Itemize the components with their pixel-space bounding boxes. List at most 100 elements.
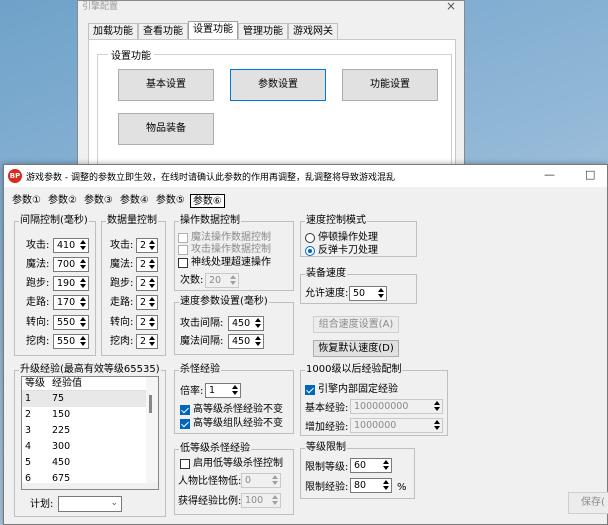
interval-walk-spinner[interactable]: 170 — [53, 295, 89, 310]
magic-op-control-checkbox[interactable]: 魔法操作数据控制 — [178, 232, 271, 244]
bounce-mode-radio[interactable]: 反弹卡刀处理 — [305, 245, 378, 257]
checkbox-icon — [180, 459, 190, 469]
tab-param-2[interactable]: 参数② — [46, 194, 79, 208]
interval-run-spinner[interactable]: 190 — [53, 276, 89, 291]
spin-arrows-icon[interactable] — [231, 385, 239, 396]
spin-arrows-icon[interactable] — [148, 278, 156, 289]
combo-speed-button[interactable]: 组合速度设置(A) — [313, 316, 399, 333]
basic-settings-button[interactable]: 基本设置 — [118, 69, 214, 101]
scroll-thumb[interactable] — [149, 395, 152, 413]
row-exp: 300 — [52, 441, 71, 452]
spin-arrows-icon[interactable] — [382, 480, 390, 491]
param-settings-button[interactable]: 参数设置 — [230, 69, 326, 101]
times-spinner[interactable]: 20 — [205, 273, 239, 288]
limit-level-spinner[interactable]: 60 — [350, 458, 392, 473]
list-vscrollbar[interactable] — [146, 377, 158, 489]
magic-interval-label: 魔法间隔: — [180, 336, 224, 347]
list-item[interactable]: 1 75 — [22, 391, 158, 407]
attack-interval-spinner[interactable]: 450 — [228, 316, 264, 331]
engine-config-title-bar: 引擎配置 × — [78, 0, 464, 19]
save-button[interactable]: 保存( — [568, 492, 608, 514]
interval-turn-spinner[interactable]: 550 — [53, 315, 89, 330]
attack-op-control-checkbox[interactable]: 攻击操作数据控制 — [178, 244, 271, 256]
reset-speed-button[interactable]: 恢复默认速度(D) — [313, 340, 399, 357]
add-exp-spinner[interactable]: 1000000 — [350, 418, 443, 433]
spin-arrows-icon[interactable] — [79, 336, 87, 347]
spin-arrows-icon[interactable] — [148, 259, 156, 270]
list-item[interactable]: 5 450 — [22, 455, 158, 471]
plan-select[interactable]: ⌄ — [58, 496, 122, 512]
tab-gateway[interactable]: 游戏网关 — [288, 23, 338, 39]
spin-arrows-icon[interactable] — [79, 278, 87, 289]
spin-arrows-icon[interactable] — [382, 460, 390, 471]
item-equip-button[interactable]: 物品装备 — [118, 113, 214, 145]
spin-arrows-icon[interactable] — [433, 420, 441, 431]
interval-attack-label: 攻击: — [26, 240, 50, 251]
high-level-team-exp-checkbox[interactable]: 高等级组队经验不变 — [180, 418, 283, 430]
add-exp-label: 增加经验: — [305, 422, 349, 433]
count-magic-label: 魔法: — [110, 259, 134, 270]
close-icon[interactable]: × — [446, 0, 456, 12]
spin-arrows-icon[interactable] — [79, 259, 87, 270]
spin-arrows-icon[interactable] — [148, 336, 156, 347]
spin-arrows-icon[interactable] — [79, 240, 87, 251]
maximize-icon[interactable]: □ — [585, 168, 595, 181]
multiplier-spinner[interactable]: 1 — [205, 383, 241, 398]
low-kill-enable-checkbox[interactable]: 启用低等级杀怪控制 — [180, 458, 283, 470]
count-magic-spinner[interactable]: 2 — [136, 257, 158, 272]
list-item[interactable]: 3 225 — [22, 423, 158, 439]
allow-speed-spinner[interactable]: 50 — [349, 286, 387, 301]
spin-arrows-icon[interactable] — [433, 401, 441, 412]
tab-param-1[interactable]: 参数① — [10, 194, 43, 208]
count-turn-spinner[interactable]: 2 — [136, 315, 158, 330]
spin-arrows-icon[interactable] — [79, 317, 87, 328]
settings-group: 设置功能 基本设置 参数设置 功能设置 物品装备 — [97, 47, 452, 174]
tab-load[interactable]: 加载功能 — [88, 23, 138, 39]
tab-param-3[interactable]: 参数③ — [82, 194, 115, 208]
exp-ratio-spinner[interactable]: 100 — [241, 493, 281, 508]
tab-manage[interactable]: 管理功能 — [238, 23, 288, 39]
col-level-header[interactable]: 等级 — [22, 377, 52, 390]
minimize-icon[interactable]: — — [544, 168, 555, 181]
spin-arrows-icon[interactable] — [254, 318, 262, 329]
level-diff-spinner[interactable]: 0 — [241, 473, 281, 488]
spin-arrows-icon[interactable] — [148, 240, 156, 251]
list-item[interactable]: 4 300 — [22, 439, 158, 455]
tab-view[interactable]: 查看功能 — [138, 23, 188, 39]
tab-settings[interactable]: 设置功能 — [188, 21, 238, 39]
level-exp-list[interactable]: 等级 经验值 1 75 2 150 3 225 4 300 5 450 6 675 — [21, 376, 159, 490]
overspeed-checkbox[interactable]: 神线处理超速操作 — [178, 257, 271, 269]
pause-mode-radio[interactable]: 停顿操作处理 — [305, 232, 378, 244]
col-exp-header[interactable]: 经验值 — [52, 377, 147, 390]
interval-turn-value: 550 — [57, 317, 76, 328]
spin-arrows-icon[interactable] — [79, 297, 87, 308]
count-walk-spinner[interactable]: 2 — [136, 295, 158, 310]
high-level-kill-exp-checkbox[interactable]: 高等级杀怪经验不变 — [180, 404, 283, 416]
count-attack-spinner[interactable]: 2 — [136, 238, 158, 253]
limit-exp-spinner[interactable]: 80 — [350, 478, 392, 493]
spin-arrows-icon[interactable] — [148, 297, 156, 308]
chevron-down-icon[interactable]: ⌄ — [110, 497, 118, 510]
spin-arrows-icon[interactable] — [271, 495, 279, 506]
spin-arrows-icon[interactable] — [377, 288, 385, 299]
interval-dig-spinner[interactable]: 550 — [53, 334, 89, 349]
fixed-exp-checkbox[interactable]: 引擎内部固定经验 — [305, 384, 398, 396]
magic-interval-spinner[interactable]: 450 — [228, 334, 264, 349]
spin-arrows-icon[interactable] — [148, 317, 156, 328]
base-exp-spinner[interactable]: 100000000 — [350, 399, 443, 414]
tab-param-4[interactable]: 参数④ — [118, 194, 151, 208]
tab-param-6[interactable]: 参数⑥ — [189, 194, 225, 208]
interval-attack-spinner[interactable]: 410 — [53, 238, 89, 253]
spin-arrows-icon[interactable] — [271, 475, 279, 486]
count-run-spinner[interactable]: 2 — [136, 276, 158, 291]
spin-arrows-icon[interactable] — [229, 275, 237, 286]
tab-param-5[interactable]: 参数⑤ — [154, 194, 187, 208]
limit-exp-value: 80 — [354, 480, 367, 491]
interval-magic-spinner[interactable]: 700 — [53, 257, 89, 272]
list-item[interactable]: 2 150 — [22, 407, 158, 423]
count-dig-spinner[interactable]: 2 — [136, 334, 158, 349]
radio-selected-icon — [305, 246, 315, 256]
function-settings-button[interactable]: 功能设置 — [342, 69, 438, 101]
spin-arrows-icon[interactable] — [254, 336, 262, 347]
list-hscrollbar[interactable] — [22, 483, 158, 489]
